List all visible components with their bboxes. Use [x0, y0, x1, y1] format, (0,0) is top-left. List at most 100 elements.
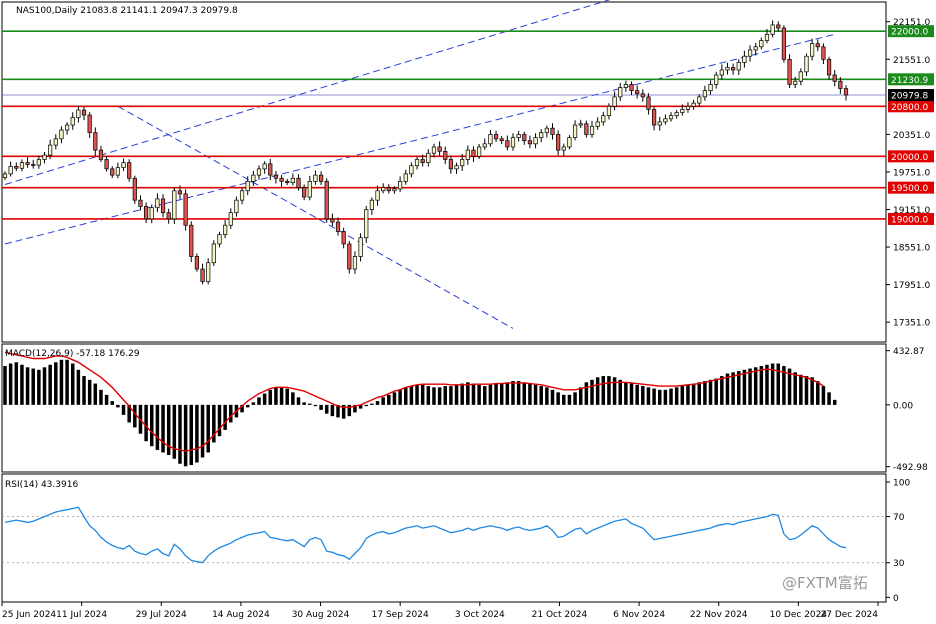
- candle-body-21: [121, 162, 126, 168]
- macd-bar-10: [59, 359, 64, 405]
- rsi-tick-label-2: 30: [893, 559, 905, 569]
- macd-bar-69: [392, 392, 397, 405]
- macd-bar-103: [584, 382, 589, 405]
- macd-bar-107: [607, 376, 611, 405]
- macd-bar-92: [522, 382, 527, 405]
- macd-bar-17: [99, 389, 103, 405]
- date-tick-label-9: 22 Nov 2024: [690, 610, 748, 620]
- macd-bar-98: [556, 392, 560, 405]
- macd-bar-135: [765, 364, 769, 405]
- candle-body-86: [488, 134, 493, 145]
- candle-body-10: [59, 129, 64, 140]
- candle-body-85: [482, 143, 487, 148]
- candle-body-118: [668, 115, 674, 120]
- candle-body-84: [477, 146, 482, 157]
- macd-bar-97: [550, 389, 555, 405]
- level-tag-label-0: 22000.0: [891, 28, 928, 38]
- price-tick-label-6: 17951.0: [893, 281, 930, 291]
- candle-body-73: [414, 159, 420, 167]
- candle-body-45: [256, 168, 262, 176]
- macd-bar-101: [573, 392, 577, 405]
- macd-bar-38: [217, 404, 222, 437]
- macd-bar-137: [776, 363, 781, 405]
- macd-bar-23: [133, 404, 137, 428]
- trend-line-2: [117, 105, 514, 329]
- candle-body-105: [595, 121, 600, 127]
- date-tick-label-4: 30 Aug 2024: [292, 610, 350, 620]
- macd-bar-35: [200, 404, 205, 458]
- candle-body-133: [753, 46, 758, 51]
- macd-bar-30: [172, 404, 177, 459]
- rsi-tick-label-0: 100: [893, 479, 910, 489]
- macd-bar-99: [562, 394, 566, 405]
- candle-body-64: [364, 209, 369, 239]
- macd-bar-147: [832, 399, 837, 405]
- candle-body-99: [561, 146, 566, 151]
- candle-body-17: [98, 149, 104, 160]
- candle-body-72: [409, 165, 414, 175]
- rsi-tick-label-3: 0: [893, 594, 899, 604]
- macd-bar-127: [720, 376, 724, 405]
- macd-bar-145: [821, 386, 826, 405]
- macd-bar-123: [697, 382, 701, 405]
- candle-body-80: [454, 165, 459, 170]
- candle-body-115: [651, 109, 657, 126]
- macd-bar-43: [245, 404, 250, 408]
- macd-bar-108: [612, 377, 617, 405]
- candle-body-14: [81, 109, 87, 116]
- candle-body-54: [307, 181, 312, 198]
- candle-body-51: [290, 177, 295, 183]
- level-tag-label-3: 20000.0: [891, 153, 928, 163]
- candle-body-111: [629, 84, 634, 91]
- macd-bar-9: [54, 362, 58, 405]
- date-tick-label-6: 3 Oct 2024: [455, 610, 505, 620]
- candle-body-94: [533, 137, 538, 145]
- macd-bar-112: [635, 384, 639, 405]
- macd-bar-117: [663, 389, 668, 405]
- macd-bar-129: [731, 372, 735, 405]
- macd-bar-126: [714, 378, 718, 405]
- candle-body-108: [612, 96, 617, 107]
- candle-body-79: [448, 159, 453, 170]
- macd-bar-84: [477, 384, 481, 405]
- candle-body-27: [155, 198, 160, 209]
- candle-body-145: [821, 46, 826, 60]
- candle-body-137: [776, 24, 781, 29]
- macd-tick-label-0: 432.87: [893, 347, 925, 357]
- candle-body-76: [431, 146, 437, 154]
- candle-body-114: [646, 96, 651, 110]
- candle-body-110: [623, 84, 628, 88]
- macd-bar-133: [753, 367, 758, 405]
- price-axis: 22151.021551.020351.019751.019151.018551…: [886, 18, 930, 329]
- candle-body-74: [420, 159, 425, 163]
- candle-body-89: [505, 140, 510, 148]
- macd-bar-44: [251, 402, 256, 405]
- macd-bar-50: [285, 388, 289, 405]
- macd-bar-11: [65, 359, 69, 405]
- candle-body-30: [172, 190, 177, 220]
- candle-body-47: [268, 163, 273, 176]
- candle-body-28: [160, 198, 166, 214]
- rsi-line: [4, 506, 847, 564]
- macd-bar-143: [810, 377, 814, 405]
- rsi-tick-label-1: 70: [893, 513, 905, 523]
- candle-body-92: [522, 134, 527, 142]
- candle-body-6: [36, 159, 41, 166]
- candle-body-31: [177, 190, 183, 195]
- candle-body-34: [194, 256, 200, 270]
- candle-body-22: [127, 162, 132, 179]
- candle-body-32: [183, 193, 188, 226]
- macd-bar-85: [483, 386, 487, 405]
- macd-bar-57: [324, 404, 329, 414]
- macd-bar-3: [20, 364, 24, 405]
- candle-body-77: [437, 146, 442, 152]
- candle-body-90: [510, 137, 516, 148]
- candle-body-101: [572, 124, 578, 138]
- macd-bar-72: [409, 386, 414, 405]
- candle-body-78: [443, 150, 448, 160]
- macd-bar-78: [443, 386, 448, 405]
- candle-body-20: [115, 167, 120, 176]
- macd-bar-32: [183, 404, 188, 467]
- candle-body-3: [19, 162, 25, 169]
- macd-bar-4: [25, 367, 30, 405]
